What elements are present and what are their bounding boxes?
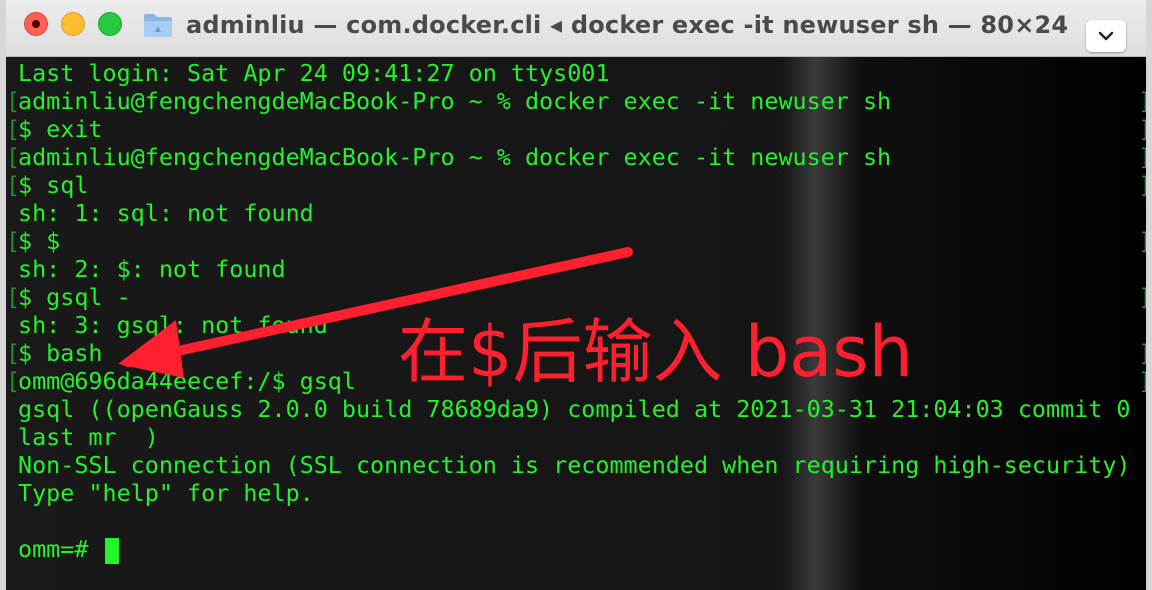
terminal-window: adminliu — com.docker.cli ◂ docker exec …: [6, 0, 1146, 590]
annotation-text: 在$后输入 bash: [398, 311, 913, 393]
red-arrow-annotation: [118, 247, 633, 378]
